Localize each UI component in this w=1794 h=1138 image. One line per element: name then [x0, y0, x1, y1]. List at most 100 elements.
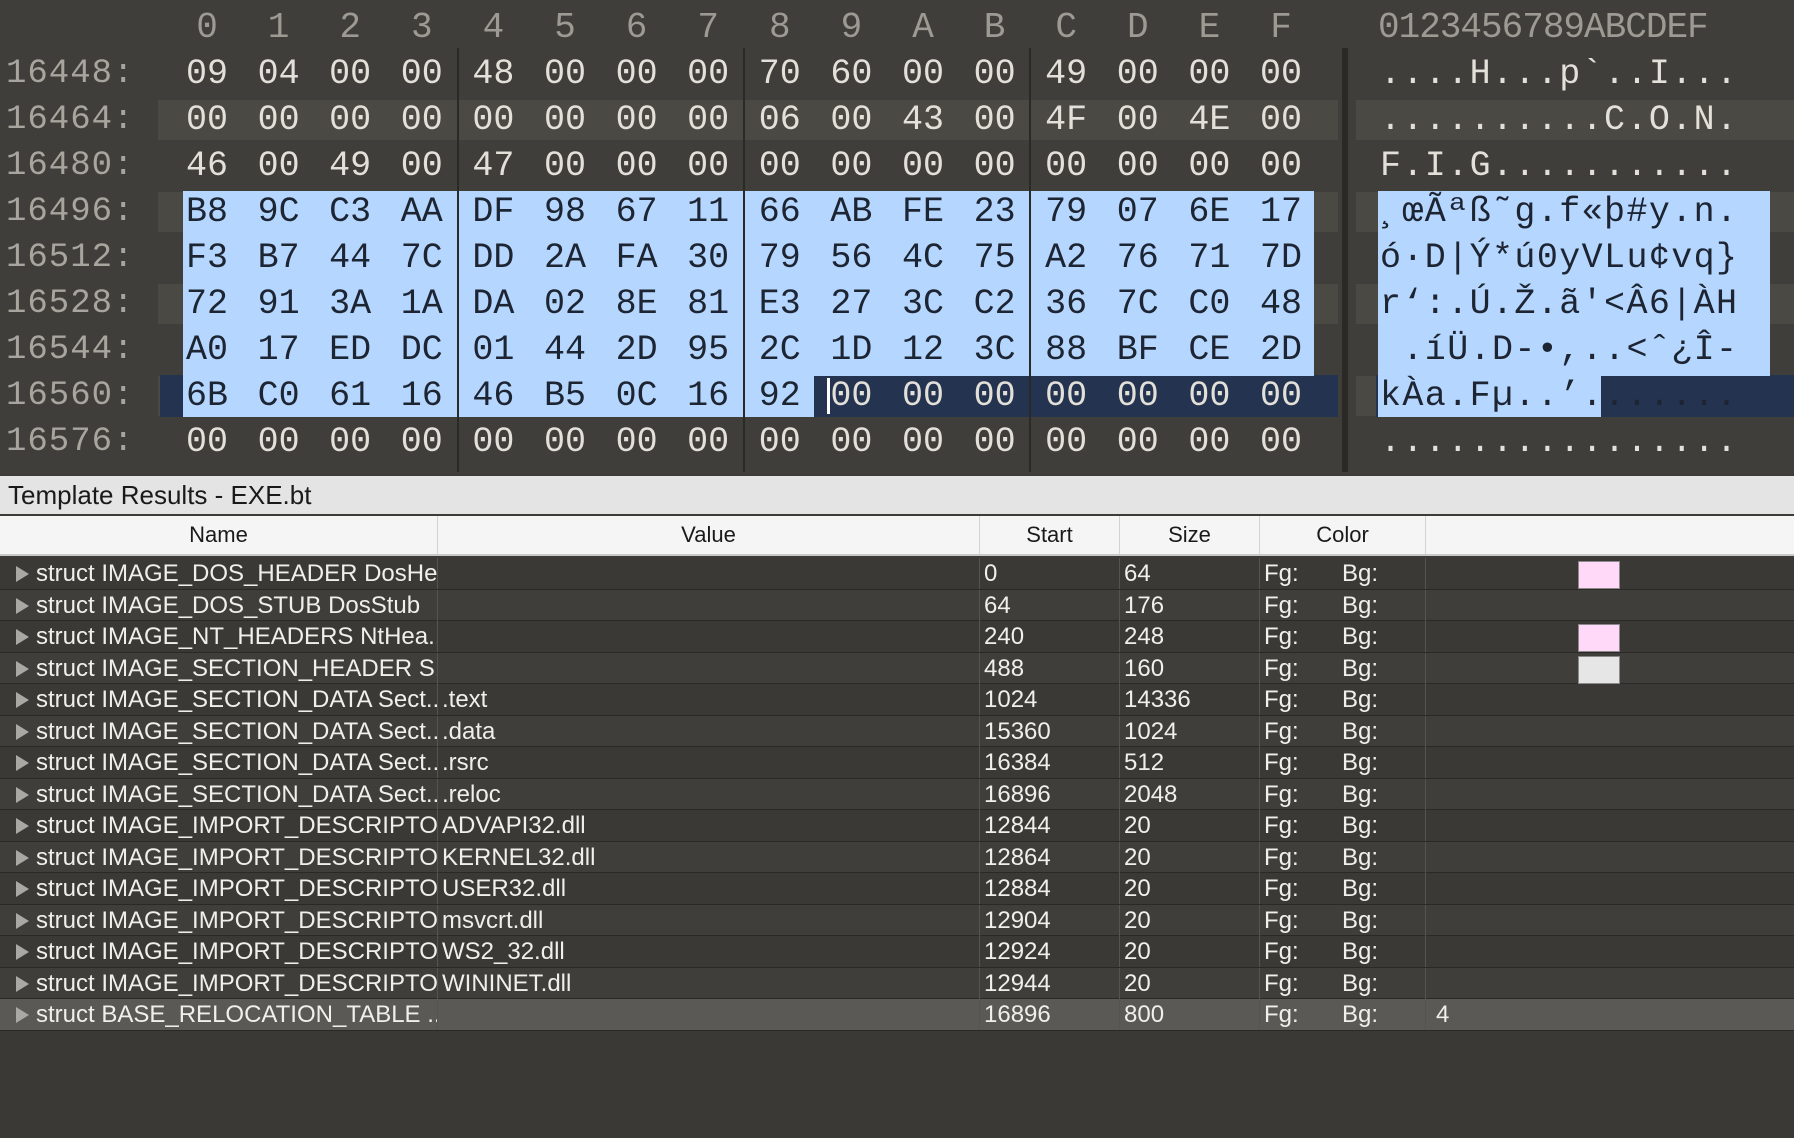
ascii-row-text[interactable]: ....H...p`..I... — [1380, 54, 1738, 94]
hex-byte[interactable]: 61 — [320, 376, 380, 416]
hex-byte[interactable]: ED — [320, 330, 380, 370]
hex-byte[interactable]: 0C — [607, 376, 667, 416]
hex-byte[interactable]: 48 — [463, 54, 523, 94]
hex-byte[interactable]: 00 — [1251, 54, 1311, 94]
bg-color-swatch[interactable] — [1578, 655, 1620, 684]
hex-byte[interactable]: 00 — [249, 146, 309, 186]
hex-byte[interactable]: 4C — [893, 238, 953, 278]
template-results-table[interactable]: struct IMAGE_DOS_HEADER DosHe... 0 64 Fg: Bg… — [0, 558, 1794, 1138]
hex-byte[interactable]: 00 — [1179, 54, 1239, 94]
hex-byte[interactable]: 4F — [1036, 100, 1096, 140]
hex-byte[interactable]: 00 — [607, 422, 667, 462]
hex-byte[interactable]: 6B — [177, 376, 237, 416]
hex-byte[interactable]: 00 — [965, 146, 1025, 186]
hex-byte[interactable]: 00 — [607, 146, 667, 186]
hex-byte[interactable]: 8E — [607, 284, 667, 324]
hex-byte[interactable]: 00 — [320, 100, 380, 140]
hex-byte[interactable]: 00 — [1108, 376, 1168, 416]
hex-byte[interactable]: A2 — [1036, 238, 1096, 278]
column-header-name[interactable]: Name — [0, 516, 438, 554]
hex-byte[interactable]: 00 — [320, 422, 380, 462]
hex-byte[interactable]: 17 — [1251, 192, 1311, 232]
template-row[interactable]: struct IMAGE_IMPORT_DESCRIPTO... USER32.d… — [0, 873, 1794, 905]
hex-byte[interactable]: 00 — [678, 422, 738, 462]
hex-byte[interactable]: C0 — [249, 376, 309, 416]
hex-byte[interactable]: 71 — [1179, 238, 1239, 278]
hex-byte[interactable]: 2A — [535, 238, 595, 278]
hex-byte[interactable]: 02 — [535, 284, 595, 324]
hex-byte[interactable]: 81 — [678, 284, 738, 324]
hex-byte[interactable]: 00 — [1251, 100, 1311, 140]
hex-byte[interactable]: 56 — [821, 238, 881, 278]
hex-byte[interactable]: 00 — [965, 54, 1025, 94]
hex-byte[interactable]: 30 — [678, 238, 738, 278]
hex-byte[interactable]: F3 — [177, 238, 237, 278]
hex-byte[interactable]: 46 — [463, 376, 523, 416]
hex-byte[interactable]: 00 — [678, 100, 738, 140]
hex-byte[interactable]: 44 — [320, 238, 380, 278]
hex-byte[interactable]: 00 — [535, 100, 595, 140]
hex-byte[interactable]: 7C — [1108, 284, 1168, 324]
hex-byte[interactable]: 00 — [607, 54, 667, 94]
hex-byte[interactable]: 16 — [392, 376, 452, 416]
hex-byte[interactable]: 00 — [678, 54, 738, 94]
hex-byte[interactable]: 2D — [1251, 330, 1311, 370]
hex-byte[interactable]: 00 — [965, 422, 1025, 462]
hex-byte[interactable]: E3 — [750, 284, 810, 324]
hex-byte[interactable]: 27 — [821, 284, 881, 324]
hex-byte[interactable]: 00 — [750, 422, 810, 462]
hex-byte[interactable]: 70 — [750, 54, 810, 94]
hex-byte[interactable]: DF — [463, 192, 523, 232]
hex-byte[interactable]: 76 — [1108, 238, 1168, 278]
bg-color-swatch[interactable] — [1578, 561, 1620, 589]
bg-color-swatch[interactable] — [1578, 624, 1620, 652]
ascii-row-text[interactable]: ¸œÃªß˜g.f«þ#y.n. — [1380, 192, 1738, 232]
hex-byte[interactable]: 00 — [535, 146, 595, 186]
hex-byte[interactable]: 00 — [320, 54, 380, 94]
hex-byte[interactable]: 01 — [463, 330, 523, 370]
hex-byte[interactable]: 7D — [1251, 238, 1311, 278]
hex-byte[interactable]: 06 — [750, 100, 810, 140]
ascii-row-text[interactable]: .íÜ.D-•,..<ˆ¿Î- — [1380, 330, 1738, 370]
hex-byte[interactable]: 49 — [1036, 54, 1096, 94]
template-row[interactable]: struct IMAGE_SECTION_DATA Sect... .reloc 1… — [0, 778, 1794, 810]
hex-byte[interactable]: 00 — [1251, 376, 1311, 416]
hex-byte[interactable]: 00 — [1251, 422, 1311, 462]
hex-byte[interactable]: 2D — [607, 330, 667, 370]
hex-byte[interactable]: 36 — [1036, 284, 1096, 324]
hex-byte[interactable]: 91 — [249, 284, 309, 324]
hex-byte[interactable]: 66 — [750, 192, 810, 232]
hex-byte[interactable]: 00 — [392, 54, 452, 94]
column-header-start[interactable]: Start — [980, 516, 1120, 554]
hex-byte[interactable]: 49 — [320, 146, 380, 186]
hex-byte[interactable]: 00 — [1251, 146, 1311, 186]
ascii-row-text[interactable]: ó·D|Ý*ú0yVLu¢vq} — [1380, 238, 1738, 278]
hex-byte[interactable]: 00 — [1036, 422, 1096, 462]
hex-byte[interactable]: 12 — [893, 330, 953, 370]
hex-byte[interactable]: 2C — [750, 330, 810, 370]
hex-byte[interactable]: 95 — [678, 330, 738, 370]
hex-byte[interactable]: 3C — [893, 284, 953, 324]
hex-view[interactable]: 0 1 2 3 4 5 6 7 8 9 A B C D E F 0123456789ABCDEF 16448: 09… — [0, 0, 1794, 474]
hex-byte[interactable]: CE — [1179, 330, 1239, 370]
template-row[interactable]: struct IMAGE_DOS_STUB DosStub 64 176 Fg: Bg: — [0, 589, 1794, 621]
hex-byte[interactable]: 00 — [893, 54, 953, 94]
hex-byte[interactable]: 09 — [177, 54, 237, 94]
hex-byte[interactable]: B5 — [535, 376, 595, 416]
hex-byte[interactable]: AB — [821, 192, 881, 232]
hex-byte[interactable]: 00 — [392, 422, 452, 462]
hex-byte[interactable]: 00 — [463, 100, 523, 140]
ascii-row-text[interactable]: ................ — [1380, 422, 1738, 462]
hex-byte[interactable]: 00 — [1179, 146, 1239, 186]
hex-byte[interactable]: 4E — [1179, 100, 1239, 140]
hex-byte[interactable]: 00 — [392, 100, 452, 140]
template-row[interactable]: struct IMAGE_IMPORT_DESCRIPTO... KERNEL32… — [0, 841, 1794, 873]
hex-byte[interactable]: 00 — [1179, 422, 1239, 462]
hex-byte[interactable]: 00 — [893, 422, 953, 462]
hex-byte[interactable]: 00 — [1108, 146, 1168, 186]
hex-byte[interactable]: C3 — [320, 192, 380, 232]
hex-byte[interactable]: 00 — [1108, 54, 1168, 94]
hex-byte[interactable]: BF — [1108, 330, 1168, 370]
template-row[interactable]: struct IMAGE_NT_HEADERS NtHea... 240 248 Fg… — [0, 621, 1794, 653]
hex-byte[interactable]: 00 — [821, 376, 881, 416]
